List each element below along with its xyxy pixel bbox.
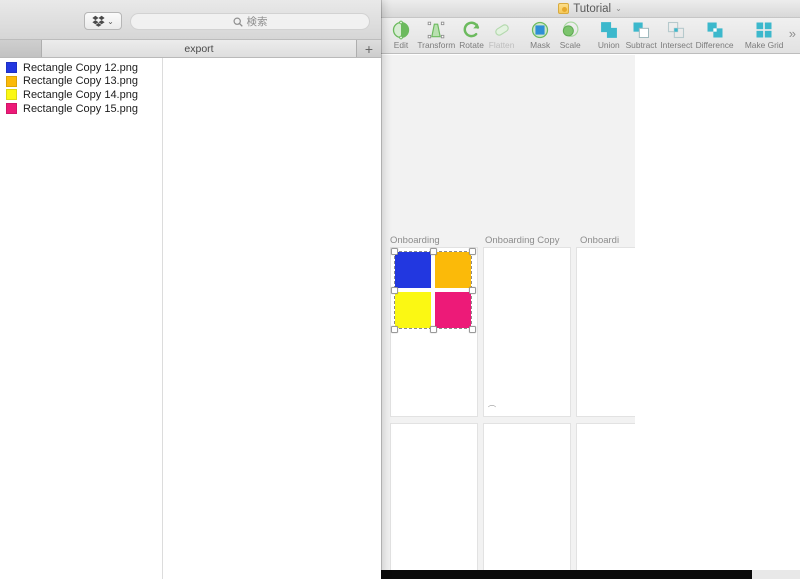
file-color-swatch [6,89,17,101]
file-color-swatch [6,103,17,115]
finder-window: ⌄ 検索 export + Rectangle Copy 12.png Rect… [0,0,381,579]
artboard-onboarding-copy[interactable]: ⌒ [483,247,571,417]
toolbar-label: Difference [695,40,734,50]
chevron-down-icon[interactable]: ⌄ [615,4,622,13]
artboard-row2-2[interactable] [483,423,571,570]
search-icon [232,16,243,27]
difference-icon [707,22,723,38]
sketch-titlebar: Tutorial ⌄ [380,0,800,18]
toolbar-button-rotate[interactable]: Rotate [457,20,487,50]
transform-icon [428,21,445,39]
rect-orange[interactable] [435,252,471,288]
resize-handle-se[interactable] [469,326,476,333]
toolbar-label: Subtract [625,40,657,50]
make-grid-icon [756,22,772,38]
chevron-down-icon[interactable]: ⌄ [107,17,114,26]
mask-icon [532,21,549,39]
toolbar-button-difference[interactable]: Difference [694,20,735,50]
rotate-icon [463,21,479,38]
sketch-document-icon [558,3,570,14]
artboard-label-2[interactable]: Onboarding Copy [485,235,559,246]
resize-handle-n[interactable] [430,248,437,255]
file-name: Rectangle Copy 12.png [23,61,138,74]
tab-export[interactable]: export [42,40,357,57]
list-item[interactable]: Rectangle Copy 13.png [0,75,162,89]
toolbar-label: Rotate [459,40,484,50]
search-input[interactable]: 検索 [247,14,268,29]
toolbar-button-edit[interactable]: Edit [386,20,416,50]
file-color-swatch [6,62,17,74]
dropbox-button[interactable]: ⌄ [84,12,122,30]
resize-handle-sw[interactable] [391,326,398,333]
artboard-label-1[interactable]: Onboarding [390,235,440,246]
toolbar-button-transform[interactable]: Transform [416,20,457,50]
artboard-row2-3[interactable] [576,423,635,570]
toolbar-button-union[interactable]: Union [594,20,624,50]
document-title-group[interactable]: Tutorial ⌄ [558,3,622,15]
document-title: Tutorial [573,2,612,15]
rect-magenta[interactable] [435,292,471,328]
toolbar-label: Mask [530,40,551,50]
file-name: Rectangle Copy 13.png [23,75,138,88]
resize-handle-s[interactable] [430,326,437,333]
toolbar-label: Transform [417,40,456,50]
subtract-icon [633,22,650,39]
search-field[interactable]: 検索 [130,13,370,30]
rect-yellow[interactable] [395,292,431,328]
resize-handle-e[interactable] [469,287,476,294]
toolbar-label: Scale [559,40,581,50]
toolbar-button-scale[interactable]: Scale [555,20,585,50]
sketch-canvas[interactable]: Onboarding Onboarding Copy Onboardi ⌒ [380,55,635,570]
file-name: Rectangle Copy 15.png [23,102,138,115]
edit-icon [392,20,410,40]
finder-tabbar: export + [0,40,381,58]
union-icon [600,22,617,38]
sketch-window: Tutorial ⌄ Edit Transform Rotate Flatten… [380,0,800,570]
toolbar-label: Make Grid [744,40,784,50]
file-name: Rectangle Copy 14.png [23,88,138,101]
artboard-label-3[interactable]: Onboardi [580,235,619,246]
finder-body: Rectangle Copy 12.png Rectangle Copy 13.… [0,58,381,579]
finder-titlebar: ⌄ 検索 [0,0,381,40]
toolbar-label: Intersect [660,40,693,50]
scale-icon [563,21,579,37]
list-item[interactable]: Rectangle Copy 12.png [0,61,162,75]
artboard-onboarding-3[interactable] [576,247,635,417]
add-tab-button[interactable]: + [357,40,381,57]
file-list[interactable]: Rectangle Copy 12.png Rectangle Copy 13.… [0,58,163,579]
toolbar-button-subtract[interactable]: Subtract [624,20,659,50]
artboard-onboarding[interactable] [390,247,478,417]
resize-handle-nw[interactable] [391,248,398,255]
toolbar-button-mask[interactable]: Mask [525,20,555,50]
dropbox-icon [92,15,105,27]
resize-handle-ne[interactable] [469,248,476,255]
toolbar-button-intersect[interactable]: Intersect [659,20,695,50]
tabbar-sidebar-stub [0,40,42,57]
list-item[interactable]: Rectangle Copy 14.png [0,88,162,102]
screen: h sch content and Tutorial ⌄ Edit [0,0,800,579]
toolbar-label: Edit [393,40,409,50]
sketch-toolbar: Edit Transform Rotate Flatten Mask Scale… [380,18,800,54]
resize-handle-w[interactable] [391,287,398,294]
toolbar-button-make-grid[interactable]: Make Grid [744,20,785,50]
list-item[interactable]: Rectangle Copy 15.png [0,102,162,116]
toolbar-label: Union [597,40,620,50]
flatten-icon [494,24,509,36]
file-preview-pane[interactable] [163,58,381,579]
rect-blue[interactable] [395,252,431,288]
intersect-icon [668,21,685,39]
artboard-row2-1[interactable] [390,423,478,570]
toolbar-label: Flatten [488,40,515,50]
artboard-marker: ⌒ [488,405,496,414]
file-color-swatch [6,75,17,87]
toolbar-overflow-icon[interactable]: » [785,20,800,41]
toolbar-button-flatten[interactable]: Flatten [487,20,517,50]
